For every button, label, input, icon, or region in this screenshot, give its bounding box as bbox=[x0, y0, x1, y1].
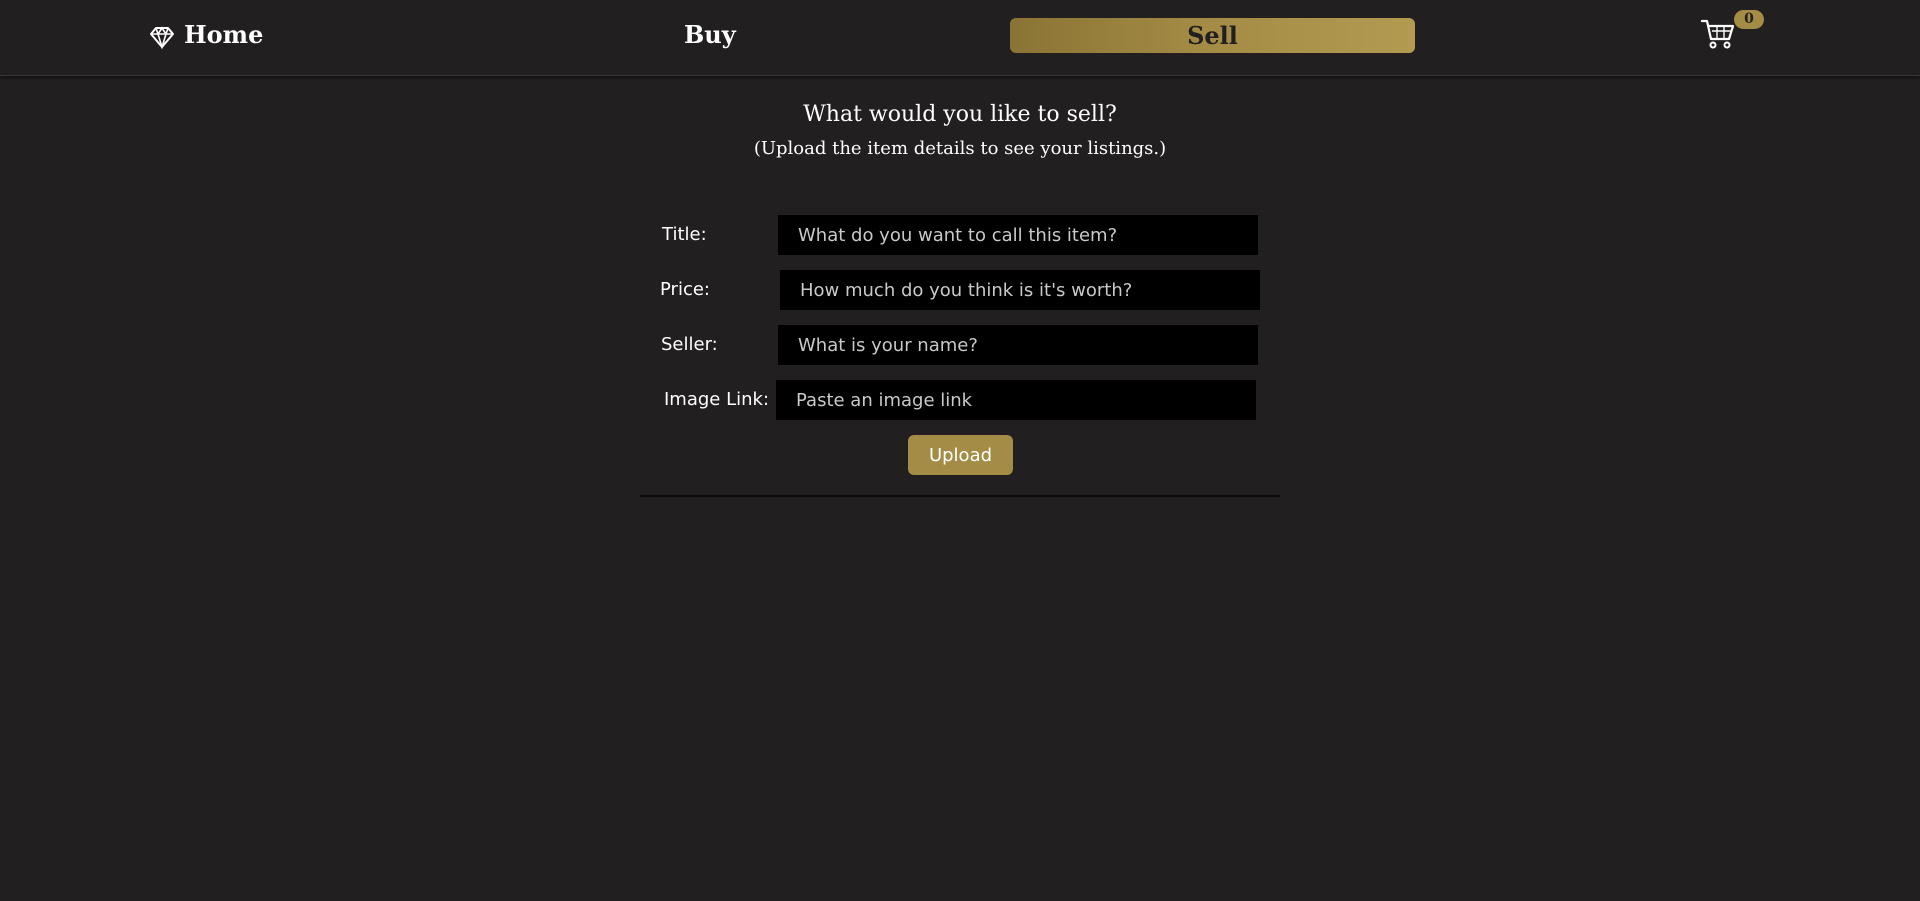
nav-sell-link[interactable]: Sell bbox=[1010, 18, 1415, 53]
nav-home-link[interactable]: Home bbox=[150, 17, 263, 53]
cart-count-badge: 0 bbox=[1734, 10, 1764, 29]
title-label: Title: bbox=[662, 224, 707, 245]
image-link-label: Image Link: bbox=[664, 389, 770, 410]
image-link-input[interactable] bbox=[776, 380, 1256, 420]
diamond-icon bbox=[150, 23, 174, 50]
upload-button[interactable]: Upload bbox=[908, 435, 1013, 475]
divider bbox=[640, 495, 1280, 497]
nav-buy-link[interactable]: Buy bbox=[684, 17, 736, 53]
seller-label: Seller: bbox=[661, 334, 718, 355]
nav-home-label: Home bbox=[184, 20, 264, 49]
page-heading: What would you like to sell? bbox=[803, 102, 1117, 127]
seller-input[interactable] bbox=[778, 325, 1258, 365]
page-subheading: (Upload the item details to see your lis… bbox=[753, 138, 1167, 159]
navbar: Home Buy Sell 0 bbox=[0, 0, 1920, 76]
price-label: Price: bbox=[660, 279, 710, 300]
title-input[interactable] bbox=[778, 215, 1258, 255]
price-input[interactable] bbox=[780, 270, 1260, 310]
shopping-cart-icon[interactable] bbox=[1700, 18, 1736, 50]
